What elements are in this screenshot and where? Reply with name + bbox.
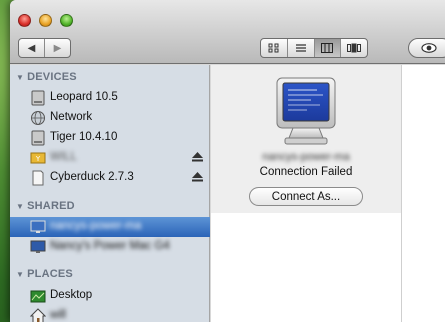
disclosure-triangle-icon: ▼ [16, 269, 25, 279]
finder-window: ◀ ▶ ▼ DEVICES Leopard 10.5 Network Tiger… [10, 0, 445, 322]
view-mode-control [260, 38, 368, 58]
quick-look-button[interactable] [408, 38, 445, 58]
back-button[interactable]: ◀ [19, 39, 44, 57]
coverflow-view-icon [347, 43, 362, 53]
sidebar-item-shared-server[interactable]: nancys-power-ma [10, 217, 210, 237]
eye-icon [421, 43, 437, 53]
network-globe-icon [31, 111, 45, 125]
eject-icon[interactable] [192, 152, 203, 165]
sidebar-item-network[interactable]: Network [10, 108, 210, 128]
forward-button[interactable]: ▶ [44, 39, 70, 57]
forward-arrow-icon: ▶ [53, 42, 62, 54]
disk-image-icon [32, 170, 44, 186]
svg-text:Y: Y [35, 155, 41, 163]
list-view-icon [295, 44, 306, 52]
sidebar-item-leopard[interactable]: Leopard 10.5 [10, 88, 210, 108]
shared-section-header[interactable]: ▼ SHARED [16, 200, 75, 212]
disclosure-triangle-icon: ▼ [16, 72, 25, 82]
list-view-button[interactable] [286, 39, 314, 57]
column-view-icon [321, 43, 334, 53]
server-name: nancys-power-ma [262, 151, 350, 163]
monitor-icon [30, 220, 46, 233]
eject-icon[interactable] [192, 172, 203, 185]
crashed-monitor-icon [276, 77, 336, 145]
next-column-pane [401, 65, 445, 322]
usb-drive-icon: Y [30, 152, 46, 164]
sidebar-item-cyberduck[interactable]: Cyberduck 2.7.3 [10, 168, 210, 188]
sidebar-item-home[interactable]: will [10, 306, 210, 322]
disclosure-triangle-icon: ▼ [16, 201, 25, 211]
desktop-folder-icon [30, 290, 46, 303]
column-pane: nancys-power-ma Connection Failed Connec… [211, 65, 401, 322]
window-toolbar: ◀ ▶ [10, 0, 445, 64]
column-view-button[interactable] [313, 39, 341, 57]
monitor-icon [30, 240, 46, 253]
sidebar-item-tiger[interactable]: Tiger 10.4.10 [10, 128, 210, 148]
back-forward-control: ◀ ▶ [18, 38, 71, 58]
close-window-button[interactable] [18, 14, 31, 27]
home-icon [30, 308, 46, 322]
devices-section-header[interactable]: ▼ DEVICES [16, 71, 77, 83]
connection-status: Connection Failed [259, 166, 353, 178]
back-arrow-icon: ◀ [27, 42, 36, 54]
sidebar-item-power-mac[interactable]: Nancy's Power Mac G4 [10, 237, 210, 257]
sidebar-item-desktop[interactable]: Desktop [10, 286, 210, 306]
places-section-header[interactable]: ▼ PLACES [16, 268, 73, 280]
hard-drive-icon [31, 130, 45, 146]
icon-view-button[interactable] [261, 39, 287, 57]
sidebar-item-usb-drive[interactable]: Y WILL [10, 148, 210, 168]
connect-as-button[interactable]: Connect As... [249, 187, 363, 206]
hard-drive-icon [31, 90, 45, 106]
zoom-window-button[interactable] [60, 14, 73, 27]
finder-sidebar: ▼ DEVICES Leopard 10.5 Network Tiger 10.… [10, 65, 210, 322]
minimize-window-button[interactable] [39, 14, 52, 27]
coverflow-view-button[interactable] [340, 39, 367, 57]
icon-view-icon [268, 43, 279, 53]
